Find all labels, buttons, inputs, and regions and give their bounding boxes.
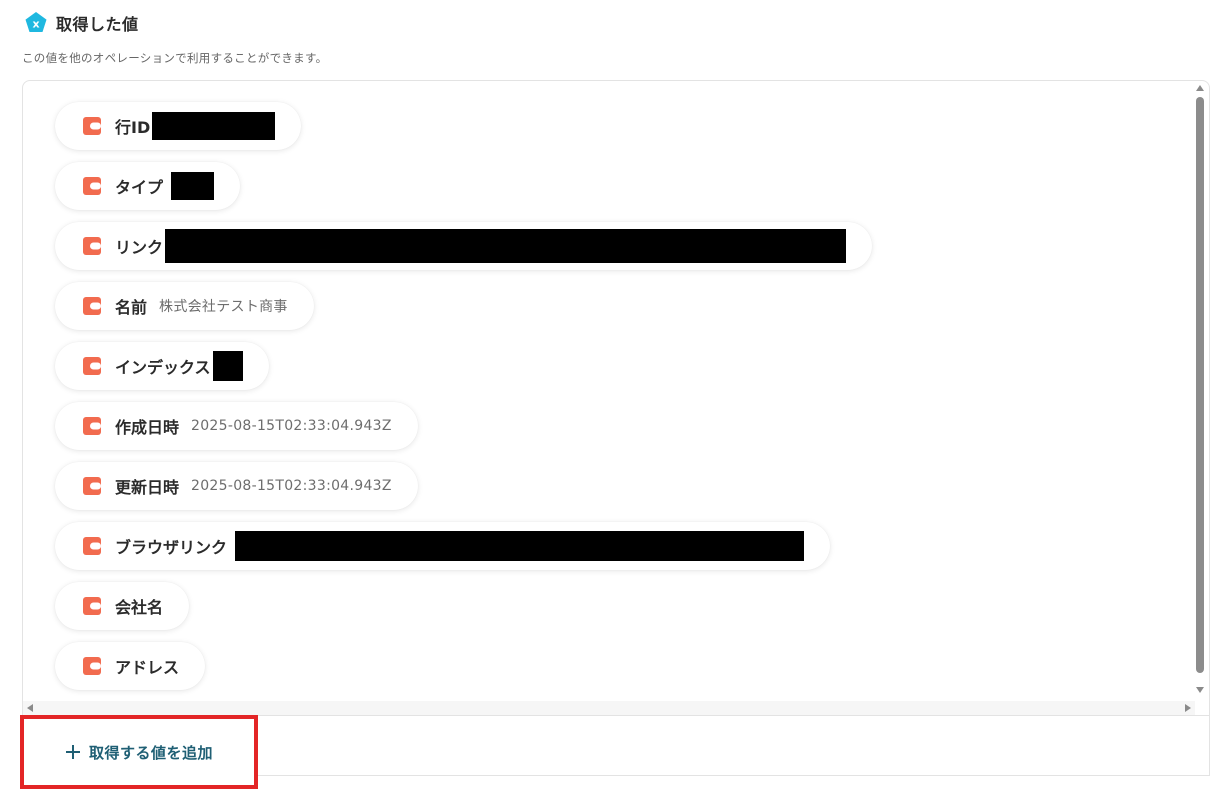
section-description: この値を他のオペレーションで利用することができます。	[22, 51, 328, 65]
values-panel: 行ID タイプ リンク 名前 株式会社テスト商事 インデックス 作成日時 202	[22, 80, 1210, 776]
add-value-button[interactable]: 取得する値を追加	[20, 715, 258, 789]
value-item-value: 株式会社テスト商事	[159, 299, 288, 315]
value-item-browser-link[interactable]: ブラウザリンク	[55, 522, 831, 570]
value-item-value: 2025-08-15T02:33:04.943Z	[191, 478, 392, 494]
value-item-label: タイプ	[115, 178, 164, 197]
value-item-row-id[interactable]: 行ID	[55, 102, 302, 150]
section-title: 取得した値	[56, 15, 139, 34]
redacted-value	[212, 351, 243, 381]
horizontal-scrollbar[interactable]	[23, 701, 1195, 715]
scroll-up-arrow-icon[interactable]	[1196, 85, 1204, 91]
vertical-scroll-thumb[interactable]	[1196, 97, 1204, 673]
coda-doc-icon	[83, 597, 101, 615]
value-item-label: 作成日時	[115, 418, 180, 437]
values-list: 行ID タイプ リンク 名前 株式会社テスト商事 インデックス 作成日時 202	[23, 81, 1195, 701]
value-item-index[interactable]: インデックス	[55, 342, 269, 390]
redacted-value	[171, 172, 215, 200]
value-item-label: リンク	[115, 238, 164, 257]
coda-doc-icon	[83, 117, 101, 135]
coda-doc-icon	[83, 297, 101, 315]
coda-doc-icon	[83, 537, 101, 555]
value-item-label: アドレス	[115, 658, 180, 677]
redacted-value	[165, 229, 847, 263]
value-item-name[interactable]: 名前 株式会社テスト商事	[55, 282, 314, 330]
scroll-left-arrow-icon[interactable]	[27, 704, 33, 712]
value-item-label: 更新日時	[115, 478, 180, 497]
scroll-right-arrow-icon[interactable]	[1185, 704, 1191, 712]
value-item-label: 行ID	[115, 118, 151, 137]
value-item-address[interactable]: アドレス	[55, 642, 206, 690]
value-item-type[interactable]: タイプ	[55, 162, 241, 210]
section-header: x 取得した値	[24, 11, 139, 35]
coda-doc-icon	[83, 417, 101, 435]
vertical-scrollbar[interactable]	[1193, 81, 1207, 701]
value-item-value: 2025-08-15T02:33:04.943Z	[191, 418, 392, 434]
redacted-value	[235, 531, 805, 561]
value-item-label: 名前	[115, 298, 148, 317]
coda-doc-icon	[83, 237, 101, 255]
coda-doc-icon	[83, 477, 101, 495]
value-item-created-at[interactable]: 作成日時 2025-08-15T02:33:04.943Z	[55, 402, 418, 450]
svg-text:x: x	[32, 18, 39, 31]
plus-icon	[65, 745, 80, 759]
value-item-company-name[interactable]: 会社名	[55, 582, 190, 630]
coda-doc-icon	[83, 357, 101, 375]
coda-doc-icon	[83, 177, 101, 195]
x-badge-icon: x	[25, 12, 47, 32]
value-item-updated-at[interactable]: 更新日時 2025-08-15T02:33:04.943Z	[55, 462, 418, 510]
value-item-link[interactable]: リンク	[55, 222, 873, 270]
redacted-value	[152, 112, 276, 140]
value-item-label: インデックス	[115, 358, 211, 377]
value-item-label: 会社名	[115, 598, 164, 617]
coda-doc-icon	[83, 657, 101, 675]
scroll-down-arrow-icon[interactable]	[1196, 687, 1204, 693]
add-value-label: 取得する値を追加	[88, 743, 213, 762]
value-item-label: ブラウザリンク	[115, 538, 228, 557]
